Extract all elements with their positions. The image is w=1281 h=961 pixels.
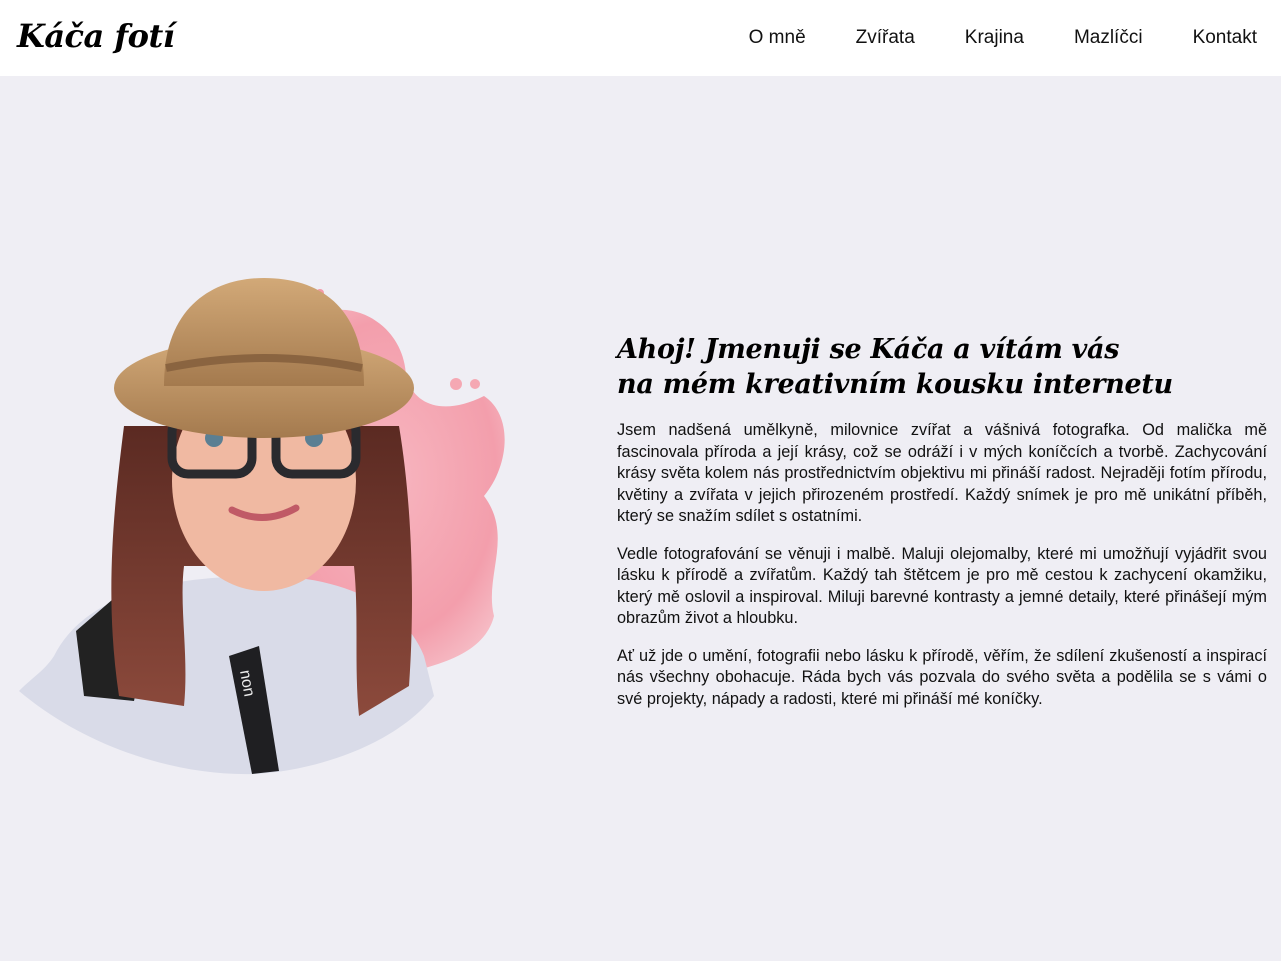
paragraph: Vedle fotografování se věnuji i malbě. M… <box>617 544 1267 628</box>
site-logo[interactable]: Káča fotí <box>17 17 175 55</box>
about-section: Ahoj! Jmenuji se Káča a vítám vás na mém… <box>617 332 1267 726</box>
hat-crown <box>164 278 364 386</box>
portrait-illustration: non <box>19 278 505 775</box>
watercolor-dot <box>450 378 462 390</box>
headline-line: Ahoj! Jmenuji se Káča a vítám vás <box>617 334 1120 365</box>
nav-link-kontakt[interactable]: Kontakt <box>1193 27 1257 49</box>
nav-link-zvirata[interactable]: Zvířata <box>856 27 915 49</box>
main-nav: O mně Zvířata Krajina Mazlíčci Kontakt <box>749 0 1257 76</box>
nav-link-mazlicci[interactable]: Mazlíčci <box>1074 27 1143 49</box>
site-header: Káča fotí O mně Zvířata Krajina Mazlíčci… <box>0 0 1281 76</box>
paragraph: Ať už jde o umění, fotografii nebo lásku… <box>617 646 1267 708</box>
nav-link-krajina[interactable]: Krajina <box>965 27 1024 49</box>
paragraph: Jsem nadšená umělkyně, milovnice zvířat … <box>617 421 1267 526</box>
nav-link-o-mne[interactable]: O mně <box>749 27 806 49</box>
page-title: Ahoj! Jmenuji se Káča a vítám vás na mém… <box>617 332 1267 402</box>
watercolor-dot <box>470 379 480 389</box>
headline-line: na mém kreativním kousku internetu <box>617 369 1173 401</box>
